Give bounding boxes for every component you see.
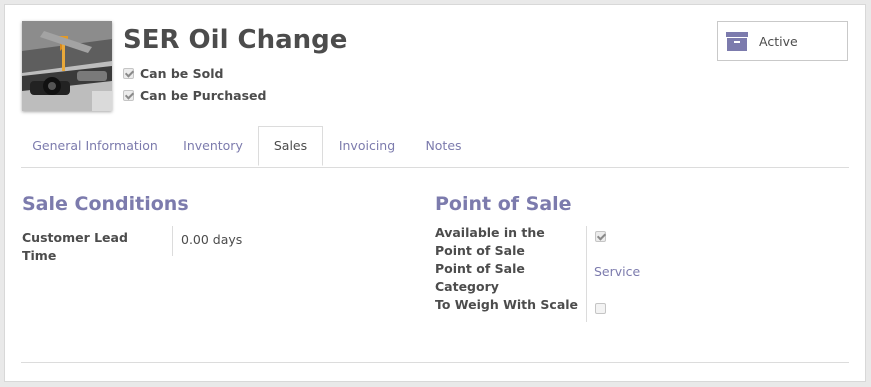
can-be-purchased-checkbox[interactable] [123,89,134,101]
product-form-sheet: SER Oil Change Can be Sold Can be Purcha… [4,4,866,382]
tab-notes[interactable]: Notes [416,126,471,166]
can-be-sold-label: Can be Sold [140,65,224,81]
weigh-with-scale-label: To Weigh With Scale [435,297,579,312]
active-label: Active [759,34,798,49]
field-separator [172,226,173,256]
can-be-sold-row[interactable]: Can be Sold [123,63,223,83]
can-be-sold-checkbox[interactable] [123,67,134,79]
can-be-purchased-row[interactable]: Can be Purchased [123,85,266,105]
field-separator [586,226,587,322]
oil-change-photo-icon [22,21,112,111]
customer-lead-time-label: Customer Lead Time [22,230,128,263]
tab-invoicing[interactable]: Invoicing [332,126,402,166]
active-toggle-button[interactable]: Active [717,21,848,61]
available-in-pos-checkbox[interactable] [595,231,606,242]
pos-category-value[interactable]: Service [594,264,640,279]
product-image[interactable] [22,21,112,111]
tab-inventory[interactable]: Inventory [173,126,253,166]
customer-lead-time-value[interactable]: 0.00 days [181,232,242,247]
point-of-sale-title: Point of Sale [435,193,572,215]
tab-sales[interactable]: Sales [258,126,323,166]
pos-category-label: Point of Sale Category [435,261,525,294]
tab-general-information[interactable]: General Information [21,126,169,166]
archive-icon [726,32,748,51]
bottom-divider [21,362,849,363]
weigh-with-scale-checkbox[interactable] [595,303,606,314]
available-in-pos-label: Available in the Point of Sale [435,225,545,258]
sale-conditions-title: Sale Conditions [22,193,189,215]
product-title[interactable]: SER Oil Change [123,24,347,56]
can-be-purchased-label: Can be Purchased [140,87,267,103]
notebook-tabs: General Information Inventory Sales Invo… [21,126,849,168]
